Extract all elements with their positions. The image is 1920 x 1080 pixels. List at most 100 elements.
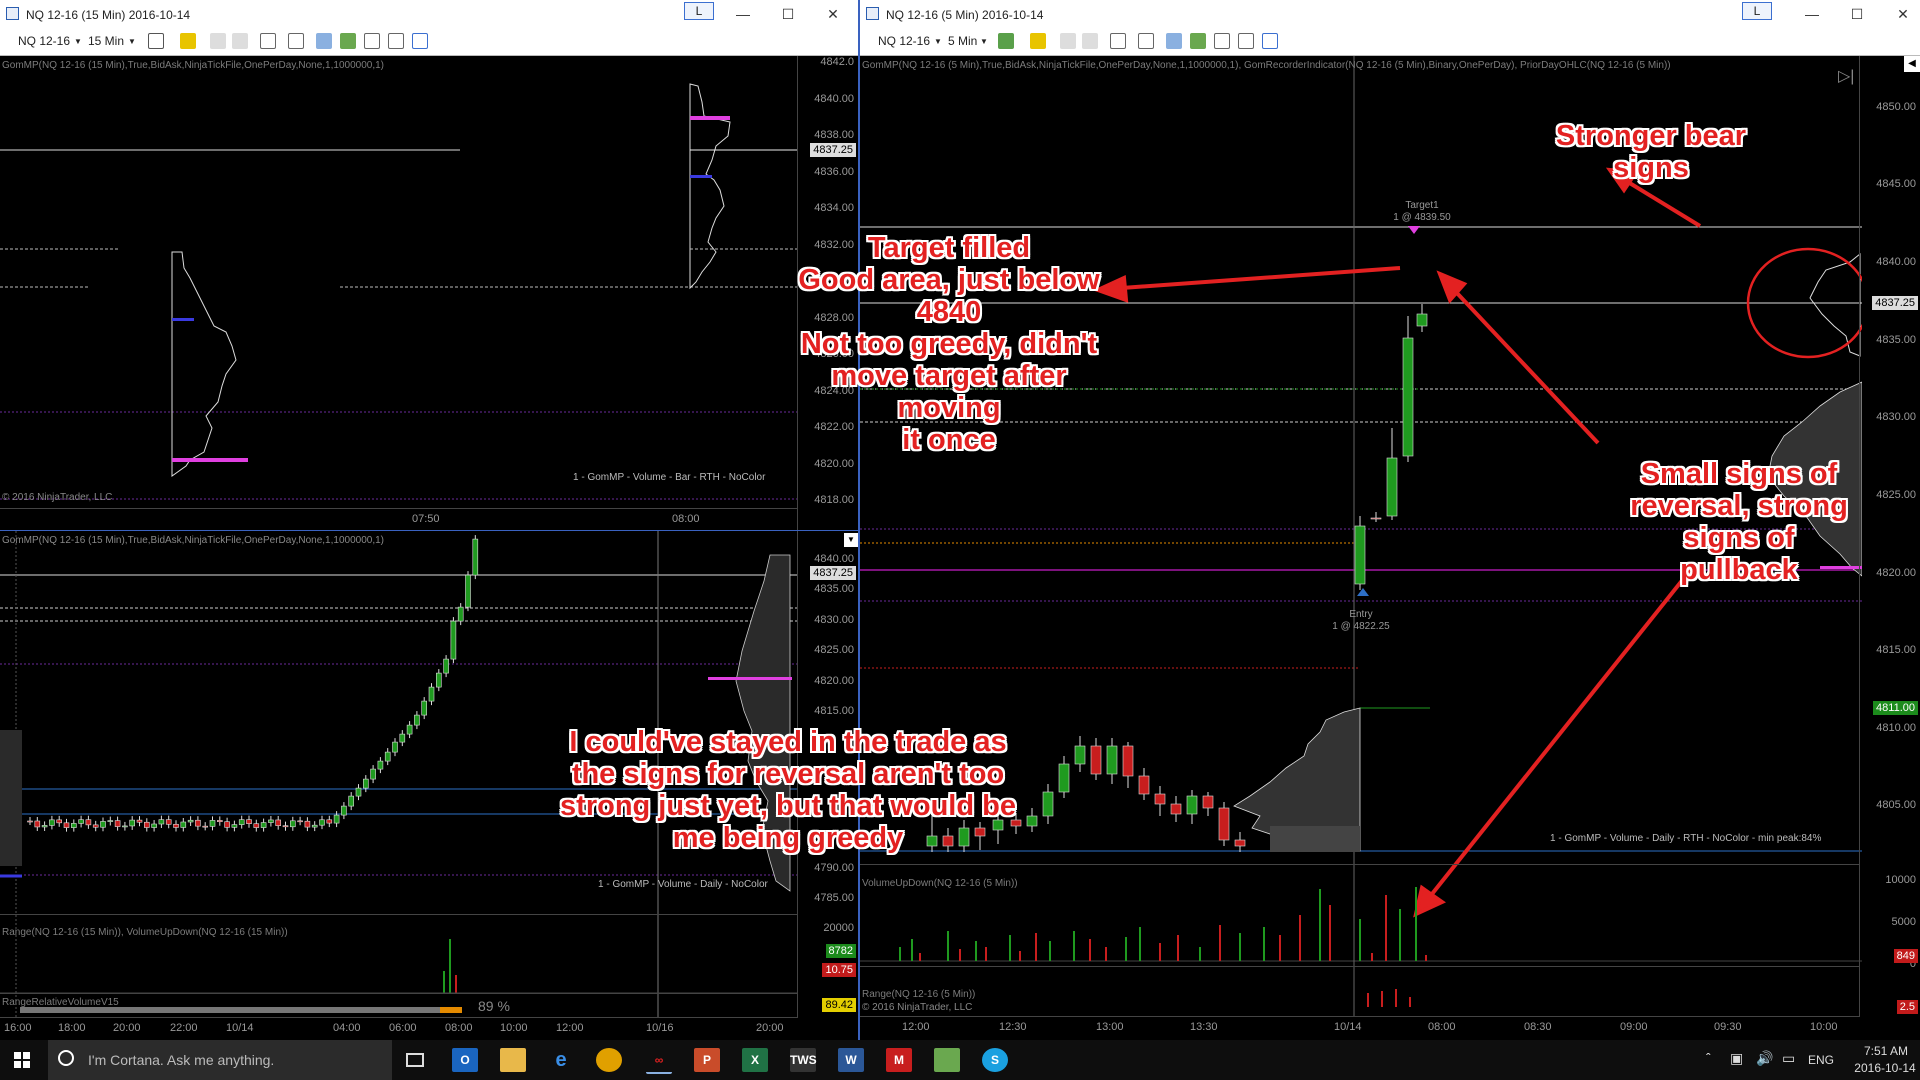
current-price-box: 4837.25	[810, 566, 856, 580]
price-tick: 4820.00	[814, 458, 854, 470]
top-left-time-axis[interactable]: 07:50 08:00	[0, 508, 798, 530]
language-indicator[interactable]: ENG	[1808, 1053, 1834, 1067]
instrument-dropdown-icon[interactable]: ▼	[74, 33, 82, 50]
candle-body	[151, 823, 157, 828]
candle-body	[341, 805, 347, 816]
excel-icon[interactable]: X	[742, 1048, 768, 1072]
entry-label: Entry	[1349, 609, 1372, 620]
cursor-icon[interactable]	[1110, 33, 1126, 49]
candle-body	[78, 819, 84, 824]
chart-style-icon[interactable]	[998, 33, 1014, 49]
instrument-selector[interactable]: NQ 12-16	[18, 33, 70, 50]
indicators-icon[interactable]	[1190, 33, 1206, 49]
zoom-icon[interactable]	[288, 33, 304, 49]
chart-style-icon[interactable]	[148, 33, 164, 49]
interval-selector[interactable]: 5 Min	[948, 33, 977, 50]
annotation-line: me being greedy	[672, 822, 904, 854]
edge-icon[interactable]: e	[548, 1048, 574, 1072]
time-label: 06:00	[389, 1022, 417, 1034]
time-label: 07:50	[412, 513, 440, 525]
link-button[interactable]: L	[1742, 2, 1772, 20]
left-window-titlebar[interactable]: NQ 12-16 (15 Min) 2016-10-14 L — ☐ ✕	[0, 0, 858, 28]
candle-body	[1354, 525, 1366, 585]
volume-icon[interactable]: 🔊	[1756, 1050, 1773, 1067]
red-app-icon[interactable]: M	[886, 1048, 912, 1072]
properties-icon[interactable]	[1238, 33, 1254, 49]
time-label: 09:00	[1620, 1021, 1648, 1033]
right-window-title: NQ 12-16 (5 Min) 2016-10-14	[886, 8, 1044, 22]
close-icon[interactable]: ✕	[818, 4, 848, 24]
interval-dropdown-icon[interactable]: ▼	[128, 33, 136, 50]
powerpoint-icon[interactable]: P	[694, 1048, 720, 1072]
drawing-pencil-icon[interactable]	[180, 33, 196, 49]
cortana-search-box[interactable]: I'm Cortana. Ask me anything.	[48, 1040, 392, 1080]
candle-body	[49, 819, 55, 826]
notification-icon[interactable]: ▭	[1782, 1050, 1795, 1067]
minimize-icon[interactable]: —	[728, 4, 758, 24]
green-app-icon[interactable]	[934, 1048, 960, 1072]
price-tick: 4815.00	[814, 705, 854, 717]
right-time-axis[interactable]: 12:00 12:30 13:00 13:30 10/14 08:00 08:3…	[860, 1016, 1860, 1040]
chrome-icon[interactable]	[596, 1048, 622, 1072]
right-window-titlebar[interactable]: NQ 12-16 (5 Min) 2016-10-14 L — ☐ ✕	[860, 0, 1920, 28]
eraser-icon[interactable]	[232, 33, 248, 49]
draw-tools-icon[interactable]	[210, 33, 226, 49]
skype-icon[interactable]: S	[982, 1048, 1008, 1072]
instrument-selector[interactable]: NQ 12-16	[878, 33, 930, 50]
clock-time[interactable]: 7:51 AM	[1856, 1044, 1916, 1058]
range-box: 2.5	[1896, 1000, 1918, 1014]
interval-dropdown-icon[interactable]: ▼	[980, 33, 988, 50]
top-left-legend: 1 - GomMP - Volume - Bar - RTH - NoColor	[573, 472, 766, 483]
candle-body	[144, 821, 150, 828]
task-view-icon[interactable]	[406, 1053, 424, 1067]
properties-icon[interactable]	[388, 33, 404, 49]
time-label: 10:00	[500, 1022, 528, 1034]
candle-body	[1058, 763, 1070, 793]
file-explorer-icon[interactable]	[500, 1048, 526, 1072]
network-icon[interactable]: ▣	[1730, 1050, 1743, 1067]
indicators-icon[interactable]	[340, 33, 356, 49]
tray-chevron-icon[interactable]: ˆ	[1706, 1050, 1711, 1066]
left-chart-toolbar: NQ 12-16 ▼ 15 Min ▼	[0, 28, 858, 56]
zoom-icon[interactable]	[1138, 33, 1154, 49]
candle-body	[392, 741, 398, 753]
bottom-left-time-axis[interactable]: 16:00 18:00 20:00 22:00 10/14 04:00 06:0…	[0, 1017, 798, 1040]
price-tick: 4825.00	[814, 644, 854, 656]
minimize-icon[interactable]: —	[1797, 4, 1827, 24]
rv-strip	[20, 1007, 462, 1013]
data-box-icon[interactable]	[316, 33, 332, 49]
windows-start-icon[interactable]	[14, 1052, 30, 1068]
chart-trader-icon[interactable]	[412, 33, 428, 49]
right-volume-canvas	[860, 865, 1862, 965]
maximize-icon[interactable]: ☐	[1842, 4, 1872, 24]
candle-body	[304, 820, 311, 828]
word-icon[interactable]: W	[838, 1048, 864, 1072]
strategies-icon[interactable]	[1214, 33, 1230, 49]
time-label: 08:00	[672, 513, 700, 525]
clock-date[interactable]: 2016-10-14	[1852, 1061, 1918, 1075]
instrument-dropdown-icon[interactable]: ▼	[934, 33, 942, 50]
link-button[interactable]: L	[684, 2, 714, 20]
chart-trader-icon[interactable]	[1262, 33, 1278, 49]
volume-tick: 10000	[1885, 874, 1916, 886]
eraser-icon[interactable]	[1082, 33, 1098, 49]
top-left-chart-panel[interactable]: GomMP(NQ 12-16 (15 Min),True,BidAsk,Ninj…	[0, 56, 858, 531]
price-tick: 4825.00	[1876, 489, 1916, 501]
strategies-icon[interactable]	[364, 33, 380, 49]
bottom-left-volume-canvas	[0, 939, 798, 994]
tws-icon[interactable]: TWS	[790, 1048, 817, 1072]
maximize-icon[interactable]: ☐	[773, 4, 803, 24]
draw-tools-icon[interactable]	[1060, 33, 1076, 49]
candle-body	[114, 820, 121, 827]
close-icon[interactable]: ✕	[1888, 4, 1918, 24]
drawing-pencil-icon[interactable]	[1030, 33, 1046, 49]
candle-body	[275, 819, 282, 826]
interval-selector[interactable]: 15 Min	[88, 33, 124, 50]
data-box-icon[interactable]	[1166, 33, 1182, 49]
outlook-icon[interactable]: O	[452, 1048, 478, 1072]
cursor-icon[interactable]	[260, 33, 276, 49]
annotation-line: 4840	[916, 296, 982, 328]
annotation-target-filled: Target filled Good area, just below 4840…	[784, 232, 1114, 456]
chart-app-icon	[6, 7, 19, 20]
ninjatrader-icon[interactable]: ∞	[646, 1048, 672, 1074]
